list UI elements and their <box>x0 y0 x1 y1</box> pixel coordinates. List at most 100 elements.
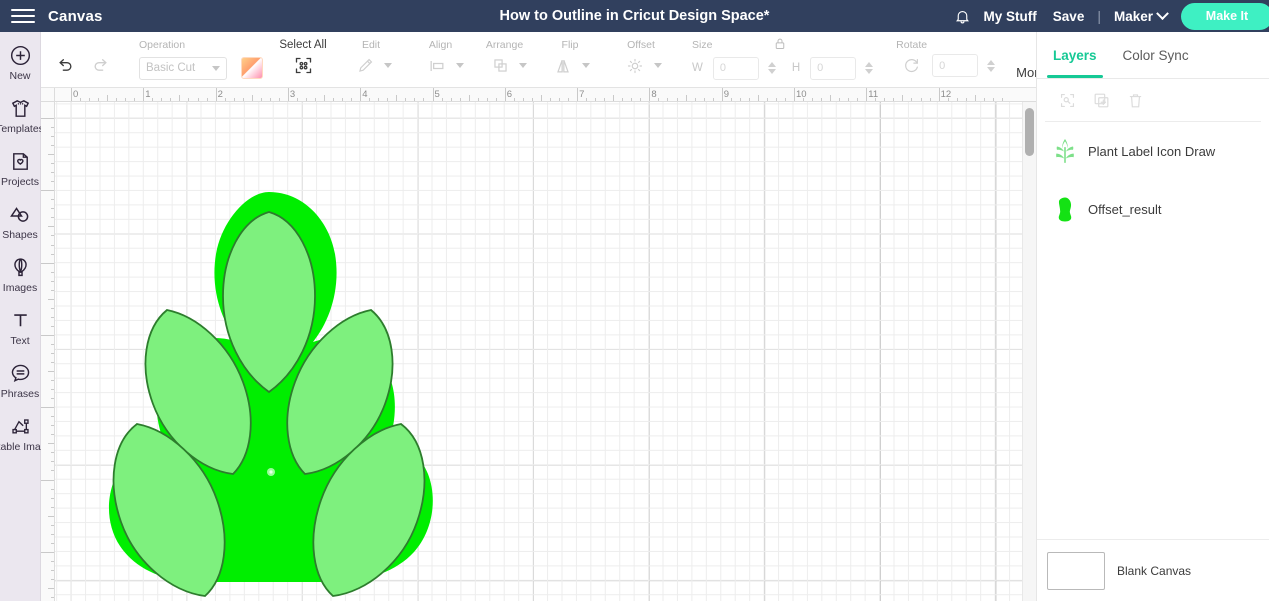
sidebar-item-images[interactable]: Images <box>0 254 41 294</box>
layer-row-plant-label[interactable]: Plant Label Icon Draw <box>1037 122 1269 180</box>
ruler-tick-minor <box>414 98 416 101</box>
ruler-tick-minor <box>396 95 398 101</box>
ruler-tick-minor <box>712 98 714 101</box>
redo-icon[interactable] <box>86 52 116 80</box>
ruler-tick-minor <box>920 98 922 101</box>
ruler-tick-minor <box>51 380 54 382</box>
rotate-group: Rotate 0 <box>882 32 1004 88</box>
ruler-tick-minor <box>51 172 54 174</box>
sidebar-item-shapes[interactable]: Shapes <box>0 201 41 241</box>
ruler-tick-minor <box>342 98 344 101</box>
ruler-tick-minor <box>947 98 949 101</box>
save-button[interactable]: Save <box>1045 9 1093 24</box>
chevron-down-icon[interactable] <box>654 63 662 68</box>
hamburger-icon[interactable] <box>0 0 46 32</box>
ruler-tick-minor <box>51 470 54 472</box>
ruler-tick-minor <box>51 461 54 463</box>
ruler-tick-minor <box>423 98 425 101</box>
tshirt-icon <box>7 95 33 121</box>
width-input[interactable]: 0 <box>712 56 759 80</box>
sidebar-item-projects[interactable]: Projects <box>0 148 41 188</box>
pencil-icon[interactable] <box>350 52 380 80</box>
height-input[interactable]: 0 <box>810 56 857 80</box>
canvas-grid[interactable] <box>55 102 1022 601</box>
rotate-icon[interactable] <box>896 52 926 80</box>
ruler-tick-minor <box>188 98 190 101</box>
ruler-tick-minor <box>233 98 235 101</box>
offset-icon[interactable] <box>620 52 650 80</box>
ruler-tick-minor <box>378 98 380 101</box>
chevron-down-icon <box>212 65 220 71</box>
ruler-tick-minor <box>51 416 54 418</box>
sidebar-item-new[interactable]: New <box>0 42 41 82</box>
arrange-layers-icon[interactable] <box>485 52 515 80</box>
select-all-icon[interactable] <box>288 52 318 80</box>
ruler-tick-minor <box>992 98 994 101</box>
ruler-tick-minor <box>775 98 777 101</box>
ruler-tick-minor <box>631 98 633 101</box>
chevron-down-icon[interactable] <box>456 63 464 68</box>
blank-canvas-swatch[interactable] <box>1047 551 1105 590</box>
leaf-artwork[interactable] <box>71 102 491 601</box>
vertical-scrollbar-thumb[interactable] <box>1025 108 1034 156</box>
ruler-tick-minor <box>51 533 54 535</box>
ruler-tick-major <box>41 190 54 192</box>
operation-color-swatch[interactable] <box>241 57 263 79</box>
shapes-icon <box>7 201 33 227</box>
horizontal-ruler[interactable]: 0 1 2 3 4 5 6 7 8 9 10 11 12 <box>41 88 1036 102</box>
edit-toolbar: Operation Basic Cut Select All Edit Alig… <box>41 32 1056 88</box>
layer-row-offset-result[interactable]: Offset_result <box>1037 180 1269 238</box>
ruler-tick-minor <box>98 98 100 101</box>
duplicate-icon[interactable] <box>1089 88 1113 112</box>
layer-tools <box>1037 79 1269 121</box>
align-left-icon[interactable] <box>422 52 452 80</box>
chevron-down-icon[interactable] <box>384 63 392 68</box>
ruler-tick-minor <box>125 98 127 101</box>
ruler-tick-minor <box>676 98 678 101</box>
operation-value: Basic Cut <box>146 62 196 74</box>
tab-color-sync[interactable]: Color Sync <box>1123 32 1189 78</box>
ruler-tick-minor <box>170 98 172 101</box>
ruler-tick-minor <box>48 587 54 589</box>
make-it-button[interactable]: Make It <box>1181 2 1269 30</box>
sidebar-item-text[interactable]: Text <box>0 307 41 347</box>
chevron-down-icon[interactable] <box>582 63 590 68</box>
lock-icon[interactable] <box>773 36 788 56</box>
ruler-tick-minor <box>658 98 660 101</box>
offset-blob-thumb <box>1051 194 1079 224</box>
layers-panel: Layers Color Sync Plant Label Icon Draw … <box>1036 32 1269 601</box>
design-canvas-area[interactable]: 0123456789101112 0123456 <box>41 88 1036 601</box>
tab-layers[interactable]: Layers <box>1047 32 1103 78</box>
my-stuff-link[interactable]: My Stuff <box>976 9 1045 24</box>
ruler-tick-minor <box>821 98 823 101</box>
rotate-input[interactable]: 0 <box>932 54 979 77</box>
group-icon[interactable] <box>1055 88 1079 112</box>
flip-horizontal-icon[interactable] <box>548 52 578 80</box>
ruler-tick-minor <box>884 98 886 101</box>
ruler-tick-minor <box>51 325 54 327</box>
ruler-tick-minor <box>116 98 118 101</box>
sidebar-item-editable-images[interactable]: Editable Images <box>0 413 58 453</box>
ruler-tick-minor <box>685 95 687 101</box>
ruler-label: 4 <box>362 89 368 100</box>
blank-canvas-row[interactable]: Blank Canvas <box>1037 539 1269 601</box>
undo-icon[interactable] <box>50 52 80 80</box>
height-stepper[interactable] <box>865 62 874 74</box>
ruler-tick-minor <box>51 235 54 237</box>
vertical-ruler[interactable]: 0123456 <box>41 102 64 601</box>
rotate-stepper[interactable] <box>987 59 996 72</box>
sidebar-item-phrases[interactable]: Phrases <box>0 360 41 400</box>
vertical-scrollbar[interactable] <box>1022 102 1036 601</box>
header-actions: My Stuff Save | Maker Make It <box>950 0 1269 32</box>
chevron-down-icon[interactable] <box>519 63 527 68</box>
notification-bell-icon[interactable] <box>950 0 976 32</box>
sidebar-item-templates[interactable]: Templates <box>0 95 44 135</box>
ruler-label: 3 <box>289 89 296 100</box>
machine-selector[interactable]: Maker <box>1106 6 1173 24</box>
top-header: Canvas How to Outline in Cricut Design S… <box>0 0 1269 32</box>
delete-trash-icon[interactable] <box>1123 88 1147 112</box>
select-all-caption: Select All <box>279 38 327 51</box>
canvas-label[interactable]: Canvas <box>48 8 103 25</box>
operation-select[interactable]: Basic Cut <box>139 56 227 80</box>
width-stepper[interactable] <box>767 62 776 74</box>
